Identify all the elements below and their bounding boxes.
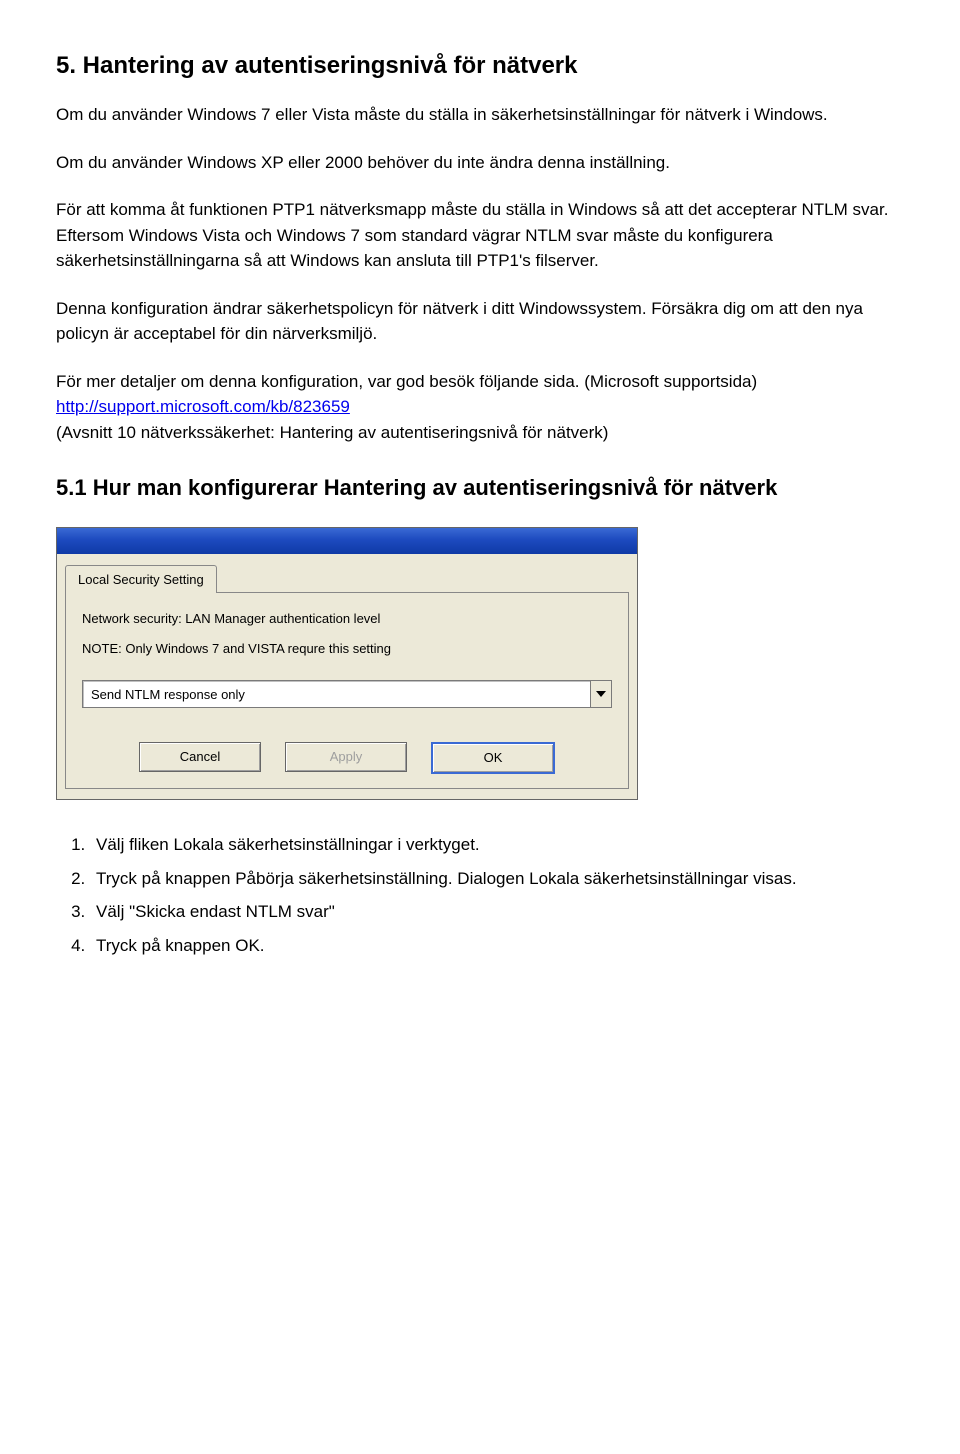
list-item: Välj fliken Lokala säkerhetsinställninga… — [90, 832, 904, 858]
paragraph: Om du använder Windows XP eller 2000 beh… — [56, 150, 904, 176]
ok-button[interactable]: OK — [431, 742, 555, 774]
dialog-panel: Network security: LAN Manager authentica… — [65, 592, 629, 789]
dialog-tab-row: Local Security Setting — [57, 554, 637, 593]
dropdown-value: Send NTLM response only — [83, 681, 590, 707]
section-heading: 5. Hantering av autentiseringsnivå för n… — [56, 48, 904, 84]
paragraph-text: Eftersom Windows Vista och Windows 7 som… — [56, 226, 773, 271]
list-item: Välj "Skicka endast NTLM svar" — [90, 899, 904, 925]
paragraph: För mer detaljer om denna konfiguration,… — [56, 369, 904, 446]
subsection-heading: 5.1 Hur man konfigurerar Hantering av au… — [56, 473, 904, 503]
dialog-field-label: Network security: LAN Manager authentica… — [82, 609, 612, 629]
paragraph: Om du använder Windows 7 eller Vista mås… — [56, 102, 904, 128]
paragraph-text: (Avsnitt 10 nätverkssäkerhet: Hantering … — [56, 423, 608, 442]
dialog-screenshot: Local Security Setting Network security:… — [56, 527, 638, 801]
tab-local-security[interactable]: Local Security Setting — [65, 565, 217, 594]
chevron-down-icon[interactable] — [590, 681, 611, 707]
apply-button[interactable]: Apply — [285, 742, 407, 772]
cancel-button[interactable]: Cancel — [139, 742, 261, 772]
paragraph: För att komma åt funktionen PTP1 nätverk… — [56, 197, 904, 274]
support-link[interactable]: http://support.microsoft.com/kb/823659 — [56, 397, 350, 416]
dialog-button-row: Cancel Apply OK — [82, 742, 612, 774]
steps-list: Välj fliken Lokala säkerhetsinställninga… — [56, 832, 904, 958]
auth-level-dropdown[interactable]: Send NTLM response only — [82, 680, 612, 708]
paragraph: Denna konfiguration ändrar säkerhetspoli… — [56, 296, 904, 347]
dialog-titlebar — [57, 528, 637, 554]
paragraph-text: För mer detaljer om denna konfiguration,… — [56, 372, 757, 391]
paragraph-text: För att komma åt funktionen PTP1 nätverk… — [56, 200, 888, 219]
list-item: Tryck på knappen Påbörja säkerhetsinstäl… — [90, 866, 904, 892]
list-item: Tryck på knappen OK. — [90, 933, 904, 959]
dialog-note: NOTE: Only Windows 7 and VISTA requre th… — [82, 639, 612, 659]
